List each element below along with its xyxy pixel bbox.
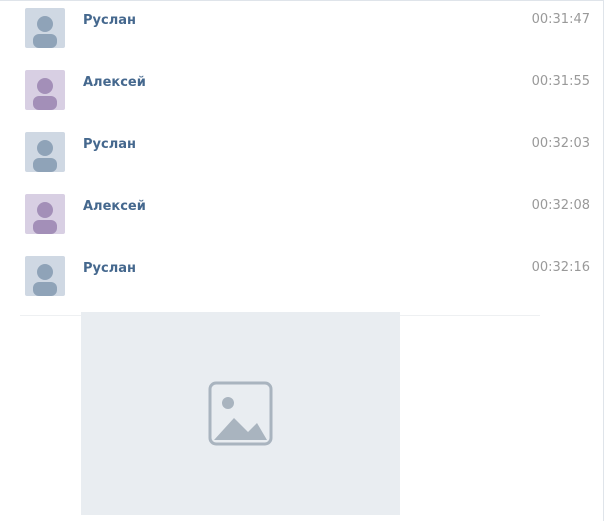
message-row: Алексей 00:32:08 (0, 186, 604, 248)
message-timestamp: 00:31:55 (531, 74, 590, 89)
avatar[interactable] (25, 8, 65, 48)
sender-name[interactable]: Алексей (83, 75, 146, 90)
avatar[interactable] (25, 70, 65, 110)
message-timestamp: 00:31:47 (531, 12, 590, 27)
message-row: Руслан 00:32:16 (0, 248, 604, 310)
photo-attachment[interactable] (81, 312, 400, 515)
avatar[interactable] (25, 132, 65, 172)
sender-name[interactable]: Алексей (83, 199, 146, 214)
message-row: Руслан 00:32:03 (0, 124, 604, 186)
sender-name[interactable]: Руслан (83, 137, 136, 152)
sender-name[interactable]: Руслан (83, 261, 136, 276)
message-timestamp: 00:32:03 (531, 136, 590, 151)
message-timestamp: 00:32:16 (531, 260, 590, 275)
message-row: Алексей 00:31:55 (0, 62, 604, 124)
sender-name[interactable]: Руслан (83, 13, 136, 28)
avatar[interactable] (25, 256, 65, 296)
message-row: Руслан 00:31:47 (0, 0, 604, 62)
message-timestamp: 00:32:08 (531, 198, 590, 213)
avatar[interactable] (25, 194, 65, 234)
